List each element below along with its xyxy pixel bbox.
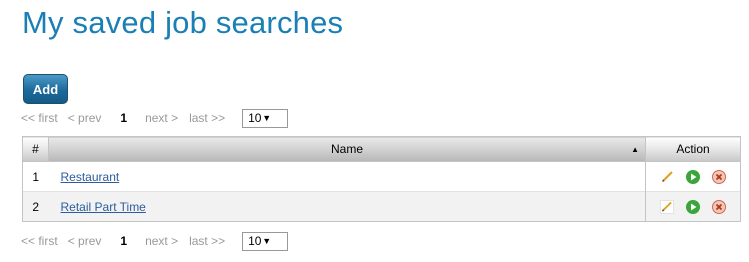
page-size-value: 10	[248, 234, 262, 248]
pager-current-page: 1	[120, 234, 128, 248]
chevron-down-icon: ▼	[262, 236, 272, 246]
pager-prev[interactable]: < prev	[68, 234, 102, 248]
row-number: 1	[22, 161, 49, 192]
delete-icon[interactable]	[712, 199, 726, 214]
play-icon[interactable]	[686, 199, 700, 214]
sort-asc-icon[interactable]: ▲	[631, 145, 639, 154]
delete-icon[interactable]	[712, 169, 726, 184]
pager-current-page: 1	[120, 111, 128, 125]
pager-bottom: << first < prev 1 next > last >> 10 ▼	[21, 231, 289, 251]
row-actions	[645, 191, 741, 222]
page-title: My saved job searches	[22, 5, 344, 40]
row-name-cell: Retail Part Time	[48, 191, 646, 222]
row-number: 2	[22, 191, 49, 222]
pager-last[interactable]: last >>	[189, 234, 225, 248]
column-header-name-label: Name	[330, 142, 363, 156]
row-name-cell: Restaurant	[48, 161, 646, 192]
play-icon[interactable]	[686, 169, 700, 184]
table-row: 1 Restaurant	[22, 161, 741, 192]
table-row: 2 Retail Part Time	[22, 191, 741, 222]
pager-next[interactable]: next >	[145, 234, 178, 248]
column-header-name[interactable]: Name ▲	[48, 136, 646, 162]
search-name-link[interactable]: Restaurant	[61, 170, 120, 184]
pager-prev[interactable]: < prev	[68, 111, 102, 125]
saved-searches-table: # Name ▲ Action 1 Restaurant 2 Retail Pa…	[22, 136, 741, 222]
page-size-select[interactable]: 10 ▼	[242, 231, 289, 251]
pager-top: << first < prev 1 next > last >> 10 ▼	[21, 108, 289, 128]
pencil-icon[interactable]	[660, 199, 674, 214]
column-header-action: Action	[645, 136, 741, 162]
pencil-icon[interactable]	[660, 170, 674, 184]
add-button[interactable]: Add	[23, 74, 68, 104]
page-size-select[interactable]: 10 ▼	[242, 108, 289, 128]
page-size-value: 10	[248, 111, 262, 125]
pager-first[interactable]: << first	[21, 234, 58, 248]
table-header-row: # Name ▲ Action	[22, 136, 741, 162]
pager-first[interactable]: << first	[21, 111, 58, 125]
search-name-link[interactable]: Retail Part Time	[61, 200, 146, 214]
pager-next[interactable]: next >	[145, 111, 178, 125]
chevron-down-icon: ▼	[262, 113, 272, 123]
pager-last[interactable]: last >>	[189, 111, 225, 125]
column-header-num: #	[22, 136, 49, 162]
row-actions	[645, 161, 741, 192]
